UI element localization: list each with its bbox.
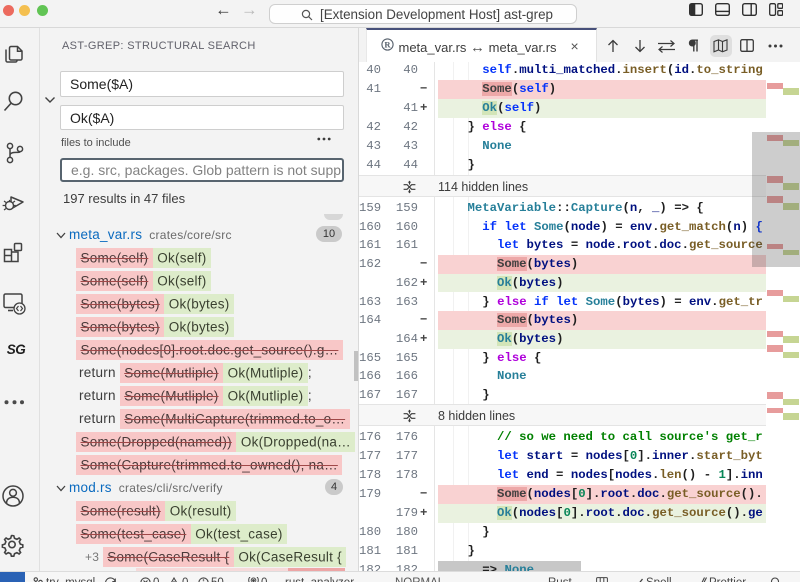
svg-text:R: R bbox=[384, 40, 391, 50]
